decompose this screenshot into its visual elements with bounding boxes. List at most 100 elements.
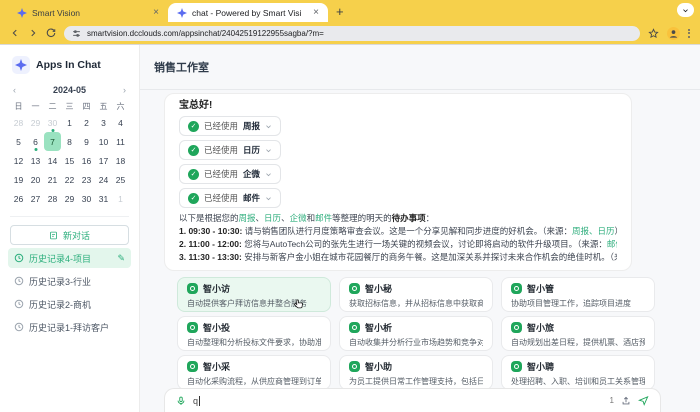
tab-close-icon[interactable]: × bbox=[313, 8, 319, 18]
calendar-day-cell[interactable]: 7 bbox=[44, 132, 61, 151]
calendar-day-cell[interactable]: 16 bbox=[78, 151, 95, 170]
calendar-grid: 2829301234567891011121314151617181920212… bbox=[10, 113, 129, 208]
calendar-day-cell[interactable]: 12 bbox=[10, 151, 27, 170]
send-icon[interactable] bbox=[638, 395, 649, 406]
agent-card[interactable]: 智小访自动提供客户拜访信息并整合服务 bbox=[177, 277, 331, 312]
history-item[interactable]: 历史记录1-拜访客户 bbox=[8, 317, 131, 337]
calendar-day-cell[interactable]: 29 bbox=[61, 189, 78, 208]
calendar-day-cell[interactable]: 11 bbox=[112, 132, 129, 151]
todo-list: 以下是根据您的周报、日历、企微和邮件等整理的明天的待办事项：1. 09:30 -… bbox=[179, 212, 617, 264]
agent-badge-icon bbox=[187, 361, 198, 372]
message-input[interactable]: q bbox=[193, 396, 603, 406]
calendar-day-cell[interactable]: 9 bbox=[78, 132, 95, 151]
microphone-icon[interactable] bbox=[176, 396, 186, 406]
kebab-menu-icon[interactable] bbox=[688, 29, 690, 38]
agent-card[interactable]: 智小投自动整理和分析投标文件要求，协助准备投标… bbox=[177, 316, 331, 351]
calendar-day-cell[interactable]: 26 bbox=[10, 189, 27, 208]
app-logo-icon bbox=[12, 56, 30, 74]
tool-used-pill[interactable]: ✓已经使用日历 bbox=[179, 140, 281, 160]
char-count: 1 bbox=[610, 396, 614, 405]
new-tab-icon[interactable]: + bbox=[336, 4, 344, 22]
calendar-day-cell[interactable]: 1 bbox=[112, 189, 129, 208]
reload-icon[interactable] bbox=[46, 28, 56, 38]
tab-strip: Smart Vision × chat - Powered by Smart V… bbox=[0, 0, 700, 22]
app-title: Apps In Chat bbox=[36, 59, 101, 71]
calendar-day-cell[interactable]: 30 bbox=[44, 113, 61, 132]
calendar-day-cell[interactable]: 28 bbox=[44, 189, 61, 208]
tool-used-pill[interactable]: ✓已经使用周报 bbox=[179, 116, 281, 136]
calendar-day-cell[interactable]: 25 bbox=[112, 170, 129, 189]
calendar-day-cell[interactable]: 6 bbox=[27, 132, 44, 151]
browser-tab-smart-vision[interactable]: Smart Vision × bbox=[8, 3, 168, 22]
new-chat-button[interactable]: 新对话 bbox=[10, 225, 129, 245]
calendar-day-cell[interactable]: 24 bbox=[95, 170, 112, 189]
calendar-day-cell[interactable]: 13 bbox=[27, 151, 44, 170]
calendar-day-cell[interactable]: 5 bbox=[10, 132, 27, 151]
calendar-day-cell[interactable]: 17 bbox=[95, 151, 112, 170]
agent-badge-icon bbox=[349, 361, 360, 372]
agent-card[interactable]: 智小秘获取招标信息，并从招标信息中获取商机 bbox=[339, 277, 493, 312]
calendar-day-cell[interactable]: 18 bbox=[112, 151, 129, 170]
calendar-day-cell[interactable]: 8 bbox=[61, 132, 78, 151]
calendar-month-label: 2024-05 bbox=[53, 85, 86, 95]
site-info-icon[interactable] bbox=[72, 29, 81, 38]
calendar-next-icon[interactable]: › bbox=[123, 85, 126, 95]
calendar-day-cell[interactable]: 22 bbox=[61, 170, 78, 189]
agent-card[interactable]: 智小析自动收集并分析行业市场趋势和竞争对手信息 bbox=[339, 316, 493, 351]
calendar-day-cell[interactable]: 20 bbox=[27, 170, 44, 189]
agent-card[interactable]: 智小助为员工提供日常工作管理支持，包括日程安排 bbox=[339, 355, 493, 390]
clock-icon bbox=[14, 299, 24, 309]
address-bar[interactable]: smartvision.dcclouds.com/appsinchat/2404… bbox=[64, 26, 640, 41]
star-bookmark-icon[interactable] bbox=[648, 28, 659, 39]
check-circle-icon: ✓ bbox=[188, 193, 199, 204]
tool-used-pill[interactable]: ✓已经使用邮件 bbox=[179, 188, 281, 208]
text-cursor bbox=[199, 396, 200, 406]
main-panel: 销售工作室 宝总好! ✓已经使用周报✓已经使用日历✓已经使用企微✓已经使用邮件 … bbox=[140, 45, 700, 412]
tool-used-pill[interactable]: ✓已经使用企微 bbox=[179, 164, 281, 184]
calendar-day-cell[interactable]: 2 bbox=[78, 113, 95, 132]
app-window: Apps In Chat ‹ 2024-05 › 日一二三四五六 2829301… bbox=[0, 44, 700, 412]
profile-avatar[interactable] bbox=[667, 27, 680, 40]
calendar-day-cell[interactable]: 10 bbox=[95, 132, 112, 151]
agent-name: 智小秘 bbox=[365, 282, 392, 295]
calendar-day-cell[interactable]: 29 bbox=[27, 113, 44, 132]
forward-icon[interactable] bbox=[28, 28, 38, 38]
agent-card[interactable]: 智小聘处理招聘、入职、培训和员工关系管理任务 bbox=[501, 355, 655, 390]
history-item[interactable]: 历史记录4-项目✎ bbox=[8, 248, 131, 268]
calendar-day-cell[interactable]: 3 bbox=[95, 113, 112, 132]
calendar-day-cell[interactable]: 23 bbox=[78, 170, 95, 189]
tab-favicon bbox=[17, 8, 27, 18]
calendar-day-cell[interactable]: 31 bbox=[95, 189, 112, 208]
calendar-day-cell[interactable]: 1 bbox=[61, 113, 78, 132]
calendar-day-cell[interactable]: 27 bbox=[27, 189, 44, 208]
tab-close-icon[interactable]: × bbox=[153, 8, 159, 18]
calendar-day-cell[interactable]: 15 bbox=[61, 151, 78, 170]
tab-strip-chevron-icon[interactable] bbox=[677, 3, 694, 17]
new-document-icon bbox=[49, 231, 58, 240]
agent-name: 智小访 bbox=[203, 282, 230, 295]
agent-card[interactable]: 智小旅自动规划出差日程，提供机票、酒店预订 bbox=[501, 316, 655, 351]
agent-name: 智小投 bbox=[203, 321, 230, 334]
history-item[interactable]: 历史记录3-行业 bbox=[8, 271, 131, 291]
tab-title: Smart Vision bbox=[32, 8, 148, 18]
calendar-day-cell[interactable]: 19 bbox=[10, 170, 27, 189]
greeting-text: 宝总好! bbox=[179, 100, 617, 112]
upload-icon[interactable] bbox=[621, 396, 631, 406]
calendar-day-cell[interactable]: 28 bbox=[10, 113, 27, 132]
tool-pill-list: ✓已经使用周报 ✓已经使用日历 ✓已经使用企微 ✓已经使用邮件 bbox=[179, 116, 617, 208]
pill-prefix-label: 已经使用 bbox=[204, 168, 238, 180]
pencil-icon[interactable]: ✎ bbox=[117, 254, 125, 263]
calendar-day-cell[interactable]: 21 bbox=[44, 170, 61, 189]
calendar-day-cell[interactable]: 4 bbox=[112, 113, 129, 132]
calendar-prev-icon[interactable]: ‹ bbox=[13, 85, 16, 95]
calendar-day-cell[interactable]: 14 bbox=[44, 151, 61, 170]
history-item[interactable]: 历史记录2-商机 bbox=[8, 294, 131, 314]
back-icon[interactable] bbox=[10, 28, 20, 38]
agent-card-header: 智小投 bbox=[187, 321, 321, 334]
agent-card[interactable]: 智小采自动化采购流程，从供应商管理到订单处理 bbox=[177, 355, 331, 390]
calendar-day-cell[interactable]: 30 bbox=[78, 189, 95, 208]
agent-card[interactable]: 智小管协助项目管理工作，追踪项目进度 bbox=[501, 277, 655, 312]
chevron-down-icon bbox=[265, 123, 272, 130]
chat-input-bar: q 1 bbox=[164, 388, 661, 412]
browser-tab-chat[interactable]: chat - Powered by Smart Visi × bbox=[168, 3, 328, 22]
